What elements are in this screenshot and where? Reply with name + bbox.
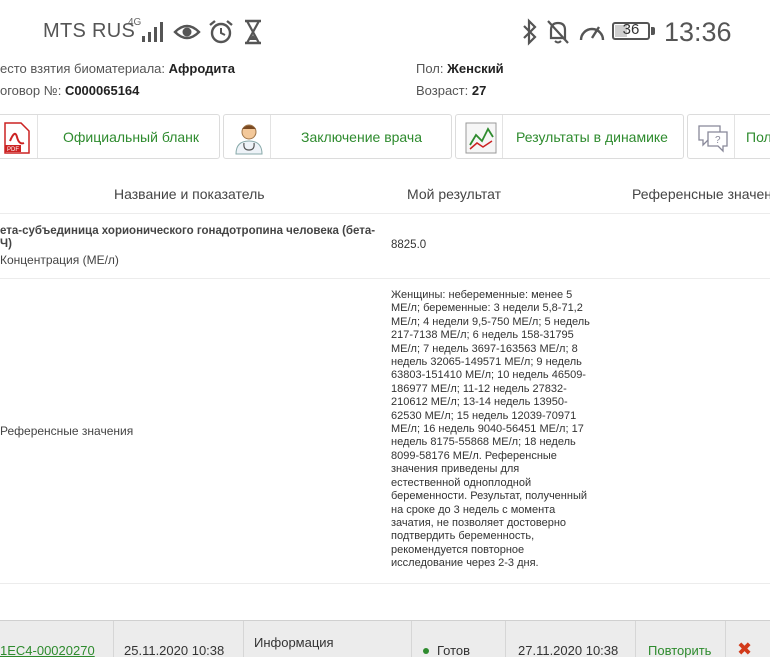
sex-label: Пол: xyxy=(416,61,444,76)
reference-text-line: Женщины: небеременные: менее 5 xyxy=(391,289,573,301)
test-unit: Концентрация (МЕ/л) xyxy=(0,253,119,267)
order-row[interactable]: 1EC4-00020270 25.11.2020 10:38 Информаци… xyxy=(0,620,770,660)
test-name-line: ета-субъединица хорионического гонадотро… xyxy=(0,225,376,237)
contract-label: оговор №: xyxy=(0,83,62,98)
reference-text-line: беременности. Результат, полученный xyxy=(391,490,587,503)
speedometer-icon xyxy=(579,26,605,41)
reference-text: Женщины: небеременные: менее 5 МЕ/л; бере… xyxy=(391,289,611,571)
divider xyxy=(0,278,770,279)
more-label: Пол xyxy=(746,129,770,145)
official-form-button[interactable]: PDF Официальный бланк xyxy=(0,114,220,159)
reference-text-line: 62530 МЕ/л; 15 недель 12039-70971 xyxy=(391,409,577,422)
chart-icon xyxy=(465,122,497,154)
order-completed-cell: 27.11.2020 10:38 xyxy=(506,621,636,658)
sample-place-label: есто взятия биоматериала: xyxy=(0,61,166,76)
test-name: ета-субъединица хорионического гонадотро… xyxy=(0,225,375,251)
reference-label: Референсные значения xyxy=(0,424,134,438)
reference-text-line: 210612 МЕ/л; 13-14 недель 13950- xyxy=(391,396,568,409)
patient-sex: Пол: Женский xyxy=(416,61,504,76)
test-name-line: Ч) xyxy=(0,238,12,250)
contract-number: оговор №: С000065164 xyxy=(0,83,139,98)
button-separator xyxy=(502,115,503,158)
reference-text-line: 8099-58176 МЕ/л. Референсные xyxy=(391,449,557,462)
column-header-result[interactable]: Мой результат xyxy=(407,186,501,202)
contract-value: С000065164 xyxy=(64,83,140,98)
age-value: 27 xyxy=(471,83,487,98)
svg-text:?: ? xyxy=(715,135,721,146)
signal-icon xyxy=(142,22,163,42)
status-dot-icon xyxy=(423,648,429,654)
column-header-reference[interactable]: Референсные значени xyxy=(632,186,770,202)
bell-muted-icon xyxy=(547,20,569,44)
sample-place: есто взятия биоматериала: Афродита xyxy=(0,61,235,76)
doctor-conclusion-button[interactable]: Заключение врача xyxy=(223,114,452,159)
reference-text-line: МЕ/л; беременные: 3 недели 5,8-71,2 xyxy=(391,302,583,315)
reference-text-line: 217-7138 МЕ/л; 6 недель 158-31795 xyxy=(391,329,574,342)
bluetooth-icon xyxy=(523,18,537,46)
button-separator xyxy=(734,115,735,158)
delete-icon[interactable]: ✖ xyxy=(737,639,752,660)
reference-text-line: на сроке до 3 недель с момента xyxy=(391,503,556,516)
reference-text-line: недель 8175-55868 МЕ/л; 18 недель xyxy=(391,436,576,449)
reference-text-line: МЕ/л; 7 недель 3697-163563 МЕ/л; 8 xyxy=(391,342,578,355)
dynamics-button[interactable]: Результаты в динамике xyxy=(455,114,684,159)
battery-level: 36 xyxy=(622,21,640,38)
reference-text-line: исследование через 2-3 дня. xyxy=(391,557,539,570)
reference-text-line: подтвердить беременность, xyxy=(391,530,535,543)
order-status-cell: Готов xyxy=(412,621,506,658)
divider xyxy=(0,213,770,214)
carrier-name: MTS RUS xyxy=(43,20,136,42)
official-form-label: Официальный бланк xyxy=(63,129,200,145)
result-value: 8825.0 xyxy=(391,239,427,251)
order-info[interactable]: Информация xyxy=(254,635,334,650)
reference-text-line: 186977 МЕ/л; 11-12 недель 27832- xyxy=(391,382,567,395)
eye-icon xyxy=(173,24,201,40)
divider xyxy=(0,583,770,584)
reference-text-line: МЕ/л; 4 недели 9,5-750 МЕ/л; 5 недель xyxy=(391,315,590,328)
question-bubble-icon: ? xyxy=(698,125,728,153)
order-id-cell: 1EC4-00020270 xyxy=(0,621,114,658)
age-label: Возраст: xyxy=(416,83,469,98)
battery-cap xyxy=(651,27,655,35)
order-created-cell: 25.11.2020 10:38 xyxy=(114,621,244,658)
sex-value: Женский xyxy=(447,61,504,76)
reference-text-line: рекомендуется повторное xyxy=(391,543,525,556)
sample-place-value: Афродита xyxy=(168,61,235,76)
column-header-name[interactable]: Название и показатель xyxy=(114,186,265,202)
order-delete-cell: ✖ xyxy=(726,621,770,660)
order-repeat-cell: Повторить xyxy=(636,621,726,658)
alarm-icon xyxy=(209,20,233,44)
doctor-icon xyxy=(235,124,263,155)
more-button[interactable]: ? Пол xyxy=(687,114,770,159)
button-separator xyxy=(270,115,271,158)
reference-text-line: естественной одноплодной xyxy=(391,476,532,489)
pdf-icon: PDF xyxy=(4,122,30,154)
reference-text-line: зачатия, не позволяет достоверно xyxy=(391,516,567,529)
doctor-conclusion-label: Заключение врача xyxy=(301,129,422,145)
hourglass-icon xyxy=(245,19,261,45)
status-bar: MTS RUS 4G 36 13:36 xyxy=(0,0,770,62)
clock: 13:36 xyxy=(664,17,732,47)
reference-text-line: 63803-151410 МЕ/л; 10 недель 46509- xyxy=(391,369,586,382)
dynamics-label: Результаты в динамике xyxy=(516,129,668,145)
order-info-cell: Информация xyxy=(244,621,412,657)
button-separator xyxy=(37,115,38,158)
svg-text:PDF: PDF xyxy=(7,147,19,153)
patient-age: Возраст: 27 xyxy=(416,83,486,98)
reference-text-line: значения приведены для xyxy=(391,463,520,476)
reference-text-line: МЕ/л; 16 недель 9040-56451 МЕ/л; 17 xyxy=(391,423,584,436)
reference-text-line: недель 32065-149571 МЕ/л; 9 недель xyxy=(391,356,582,369)
